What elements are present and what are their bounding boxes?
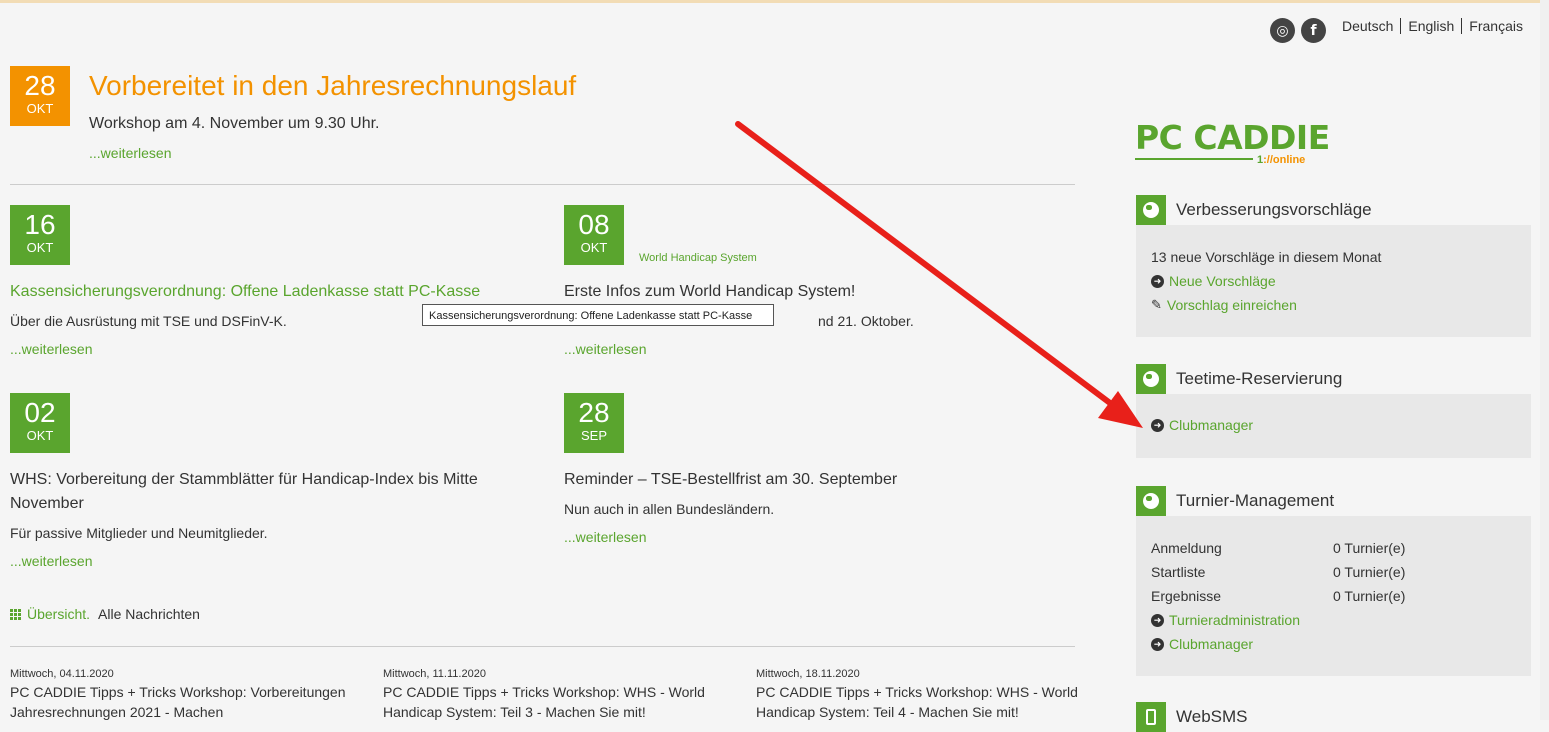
annotation-arrow [735, 121, 1143, 428]
